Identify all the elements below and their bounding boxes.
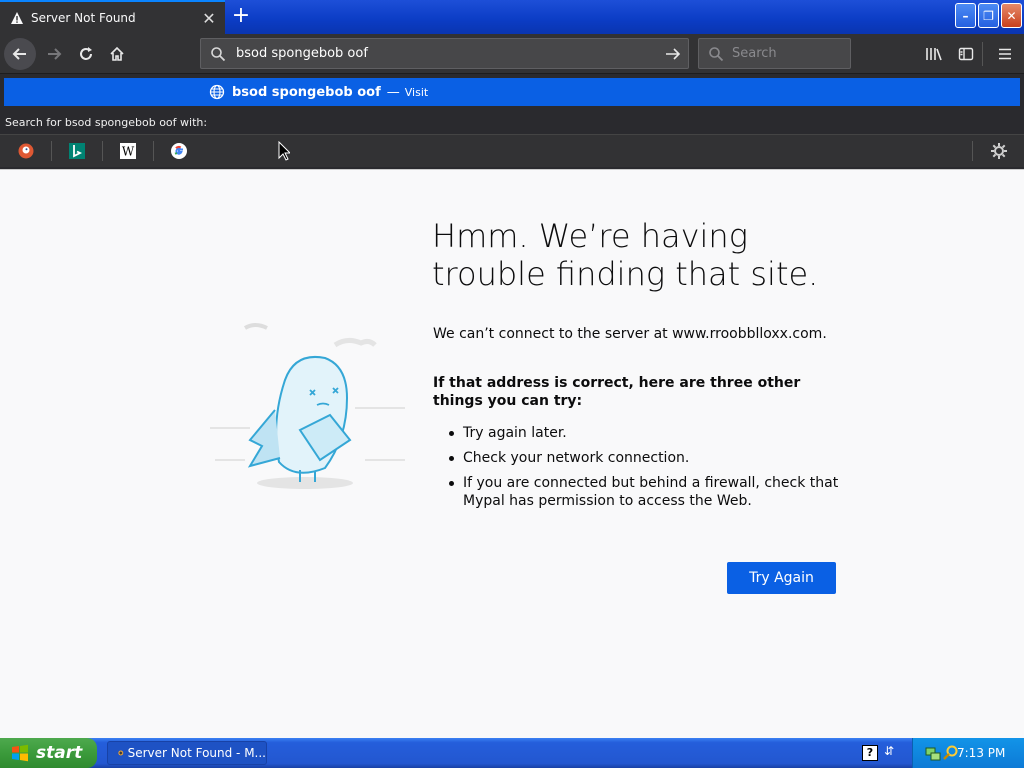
search-icon xyxy=(709,46,724,61)
suggestion-action: Visit xyxy=(404,85,429,99)
forward-arrow-icon xyxy=(48,48,62,60)
tab-server-not-found[interactable]: Server Not Found ✕ xyxy=(0,0,225,34)
toolbar-divider xyxy=(982,42,983,66)
hamburger-menu-icon xyxy=(999,48,1011,60)
globe-icon xyxy=(209,84,225,100)
error-description: We can’t connect to the server at www.rr… xyxy=(433,326,827,342)
search-engine-bar: W xyxy=(0,134,1024,167)
menu-button[interactable] xyxy=(989,38,1021,70)
windows-flag-icon xyxy=(12,744,28,762)
minimize-button[interactable]: – xyxy=(955,3,976,28)
error-page: Hmm. We’re having trouble finding that s… xyxy=(0,169,1024,738)
start-label: start xyxy=(36,743,83,763)
search-input[interactable]: Search xyxy=(732,46,777,61)
tips-list: Try again later. Check your network conn… xyxy=(449,424,839,517)
forward-button[interactable] xyxy=(38,38,70,70)
restore-button[interactable]: ❐ xyxy=(978,3,999,28)
search-bar[interactable]: Search xyxy=(698,38,851,69)
list-item: If you are connected but behind a firewa… xyxy=(449,474,839,510)
library-icon xyxy=(926,48,942,61)
url-dropdown: bsod spongebob oof — Visit Search for bs… xyxy=(0,74,1024,169)
tray-arrows-icon[interactable]: ⇵ xyxy=(884,744,894,758)
search-settings-gear-icon[interactable] xyxy=(990,142,1008,160)
warning-icon xyxy=(11,12,23,24)
list-item: Try again later. xyxy=(449,424,839,442)
tab-title: Server Not Found xyxy=(31,11,136,25)
magnifier-tray-icon[interactable] xyxy=(943,745,959,761)
url-bar[interactable]: bsod spongebob oof xyxy=(200,38,689,69)
google-icon[interactable] xyxy=(170,142,188,160)
start-button[interactable]: start xyxy=(0,738,97,768)
reload-button[interactable] xyxy=(70,38,102,70)
engine-separator xyxy=(102,141,103,161)
search-icon xyxy=(211,46,226,61)
engine-separator xyxy=(972,141,973,161)
go-arrow-icon[interactable] xyxy=(665,46,681,62)
error-subtitle: If that address is correct, here are thr… xyxy=(433,375,801,409)
url-suggestion-row[interactable]: bsod spongebob oof — Visit xyxy=(4,78,1020,106)
library-button[interactable] xyxy=(918,38,950,70)
help-icon[interactable]: ? xyxy=(862,745,878,761)
page-title: Hmm. We’re having trouble finding that s… xyxy=(432,217,819,293)
list-item: Check your network connection. xyxy=(449,449,839,467)
browser-app-icon xyxy=(118,750,124,756)
close-window-button[interactable]: ✕ xyxy=(1001,3,1022,28)
clock: 7:13 PM xyxy=(957,746,1006,760)
tab-strip: Server Not Found ✕ + – ❐ ✕ xyxy=(0,0,1024,34)
try-again-button[interactable]: Try Again xyxy=(727,562,836,594)
nav-toolbar: bsod spongebob oof Search xyxy=(0,34,1024,74)
back-button[interactable] xyxy=(4,38,36,70)
mouse-cursor-icon xyxy=(278,141,290,161)
wikipedia-icon[interactable]: W xyxy=(119,142,137,160)
url-input[interactable]: bsod spongebob oof xyxy=(236,46,665,61)
duckduckgo-icon[interactable] xyxy=(17,142,35,160)
engine-separator xyxy=(153,141,154,161)
sidebar-icon xyxy=(958,47,974,61)
system-tray: 7:13 PM xyxy=(912,738,1024,768)
network-icon[interactable] xyxy=(925,745,941,761)
back-arrow-icon xyxy=(12,48,26,60)
suggestion-separator: — xyxy=(386,84,400,100)
bing-icon[interactable] xyxy=(68,142,86,160)
home-button[interactable] xyxy=(101,38,133,70)
sidebar-button[interactable] xyxy=(950,38,982,70)
reload-icon xyxy=(80,47,92,60)
tab-close-icon[interactable]: ✕ xyxy=(197,9,221,28)
suggestion-text: bsod spongebob oof xyxy=(232,84,381,100)
taskbar-window-label: Server Not Found - M... xyxy=(127,746,266,760)
taskbar: start Server Not Found - M... ? ⇵ 7:13 P… xyxy=(0,738,1024,768)
engine-separator xyxy=(51,141,52,161)
home-icon xyxy=(110,46,124,61)
new-tab-button[interactable]: + xyxy=(229,3,253,29)
taskbar-window-button[interactable]: Server Not Found - M... xyxy=(107,741,267,765)
dinosaur-illustration xyxy=(210,323,405,489)
search-with-label: Search for bsod spongebob oof with: xyxy=(5,116,208,129)
svg-text:W: W xyxy=(122,145,135,159)
